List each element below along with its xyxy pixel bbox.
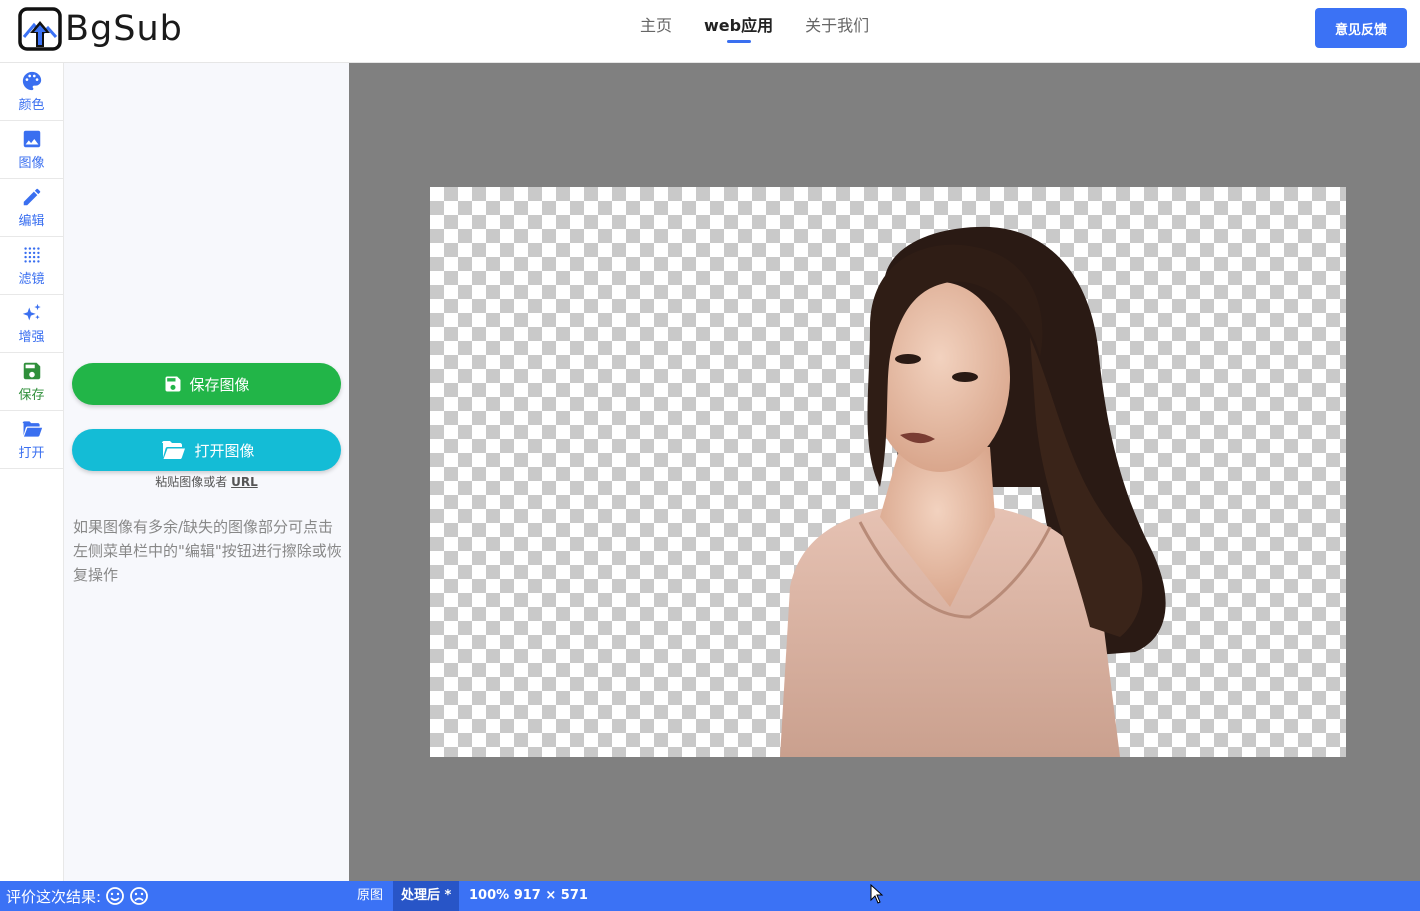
paste-hint: 粘贴图像或者 URL [64, 473, 349, 490]
sidebar-item-label: 颜色 [18, 98, 45, 113]
nav-home[interactable]: 主页 [640, 14, 672, 44]
nav-about[interactable]: 关于我们 [805, 14, 869, 44]
edit-tip: 如果图像有多余/缺失的图像部分可点击左侧菜单栏中的"编辑"按钮进行擦除或恢复操作 [73, 518, 342, 584]
floppy-icon [23, 362, 40, 380]
floppy-icon [165, 376, 181, 392]
folder-open-icon [22, 421, 42, 437]
app-logo[interactable]: BgSub [18, 7, 183, 51]
top-nav: 主页 web应用 关于我们 [640, 14, 901, 44]
image-preview[interactable] [430, 187, 1346, 757]
folder-open-icon [162, 441, 186, 459]
cutout-subject-image [780, 226, 1166, 757]
sidebar-item-filter[interactable]: 滤镜 [0, 237, 63, 295]
pencil-icon [23, 188, 40, 206]
sidebar-item-enhance[interactable]: 增强 [0, 295, 63, 353]
status-bar: 评价这次结果: 原图 处理后 * 100% 917 × 571 [0, 881, 1420, 911]
sidebar-item-color[interactable]: 颜色 [0, 63, 63, 121]
sidebar-item-label: 增强 [18, 330, 45, 345]
rate-label: 评价这次结果: [6, 887, 102, 906]
tab-original[interactable]: 原图 [349, 881, 391, 911]
dots-grid-icon [23, 247, 40, 263]
image-canvas[interactable] [349, 63, 1420, 881]
open-image-button[interactable]: 打开图像 [72, 429, 341, 471]
smile-icon[interactable] [105, 886, 125, 906]
sidebar-item-open[interactable]: 打开 [0, 411, 63, 469]
nav-web-app[interactable]: web应用 [704, 14, 773, 44]
paste-hint-text: 粘贴图像或者 [155, 475, 228, 489]
frown-icon[interactable] [129, 886, 149, 906]
save-image-label: 保存图像 [189, 375, 250, 394]
rate-result: 评价这次结果: [6, 881, 149, 911]
sidebar-item-label: 滤镜 [18, 272, 45, 287]
mouse-cursor-icon [870, 884, 884, 904]
sidebar-item-label: 图像 [18, 156, 45, 171]
sparkles-icon [22, 303, 41, 321]
app-name: BgSub [65, 9, 183, 49]
sidebar-item-edit[interactable]: 编辑 [0, 179, 63, 237]
app-header: BgSub 主页 web应用 关于我们 意见反馈 [0, 0, 1420, 63]
logo-icon [18, 7, 62, 51]
sidebar-item-image[interactable]: 图像 [0, 121, 63, 179]
tool-sidebar: 颜色 图像 编辑 滤镜 增强 保存 打开 [0, 63, 64, 881]
zoom-dimensions: 100% 917 × 571 [469, 888, 588, 903]
paste-url-link[interactable]: URL [231, 475, 258, 489]
sidebar-item-save[interactable]: 保存 [0, 353, 63, 411]
image-icon [23, 130, 40, 148]
tool-panel: 保存图像 打开图像 粘贴图像或者 URL 如果图像有多余/缺失的图像部分可点击左… [64, 63, 349, 881]
sidebar-item-label: 打开 [18, 446, 45, 461]
save-image-button[interactable]: 保存图像 [72, 363, 341, 405]
sidebar-item-label: 保存 [18, 388, 45, 403]
feedback-button[interactable]: 意见反馈 [1315, 8, 1407, 48]
palette-icon [22, 71, 41, 91]
tab-processed[interactable]: 处理后 * [393, 881, 460, 911]
open-image-label: 打开图像 [194, 441, 255, 460]
sidebar-item-label: 编辑 [18, 214, 45, 229]
